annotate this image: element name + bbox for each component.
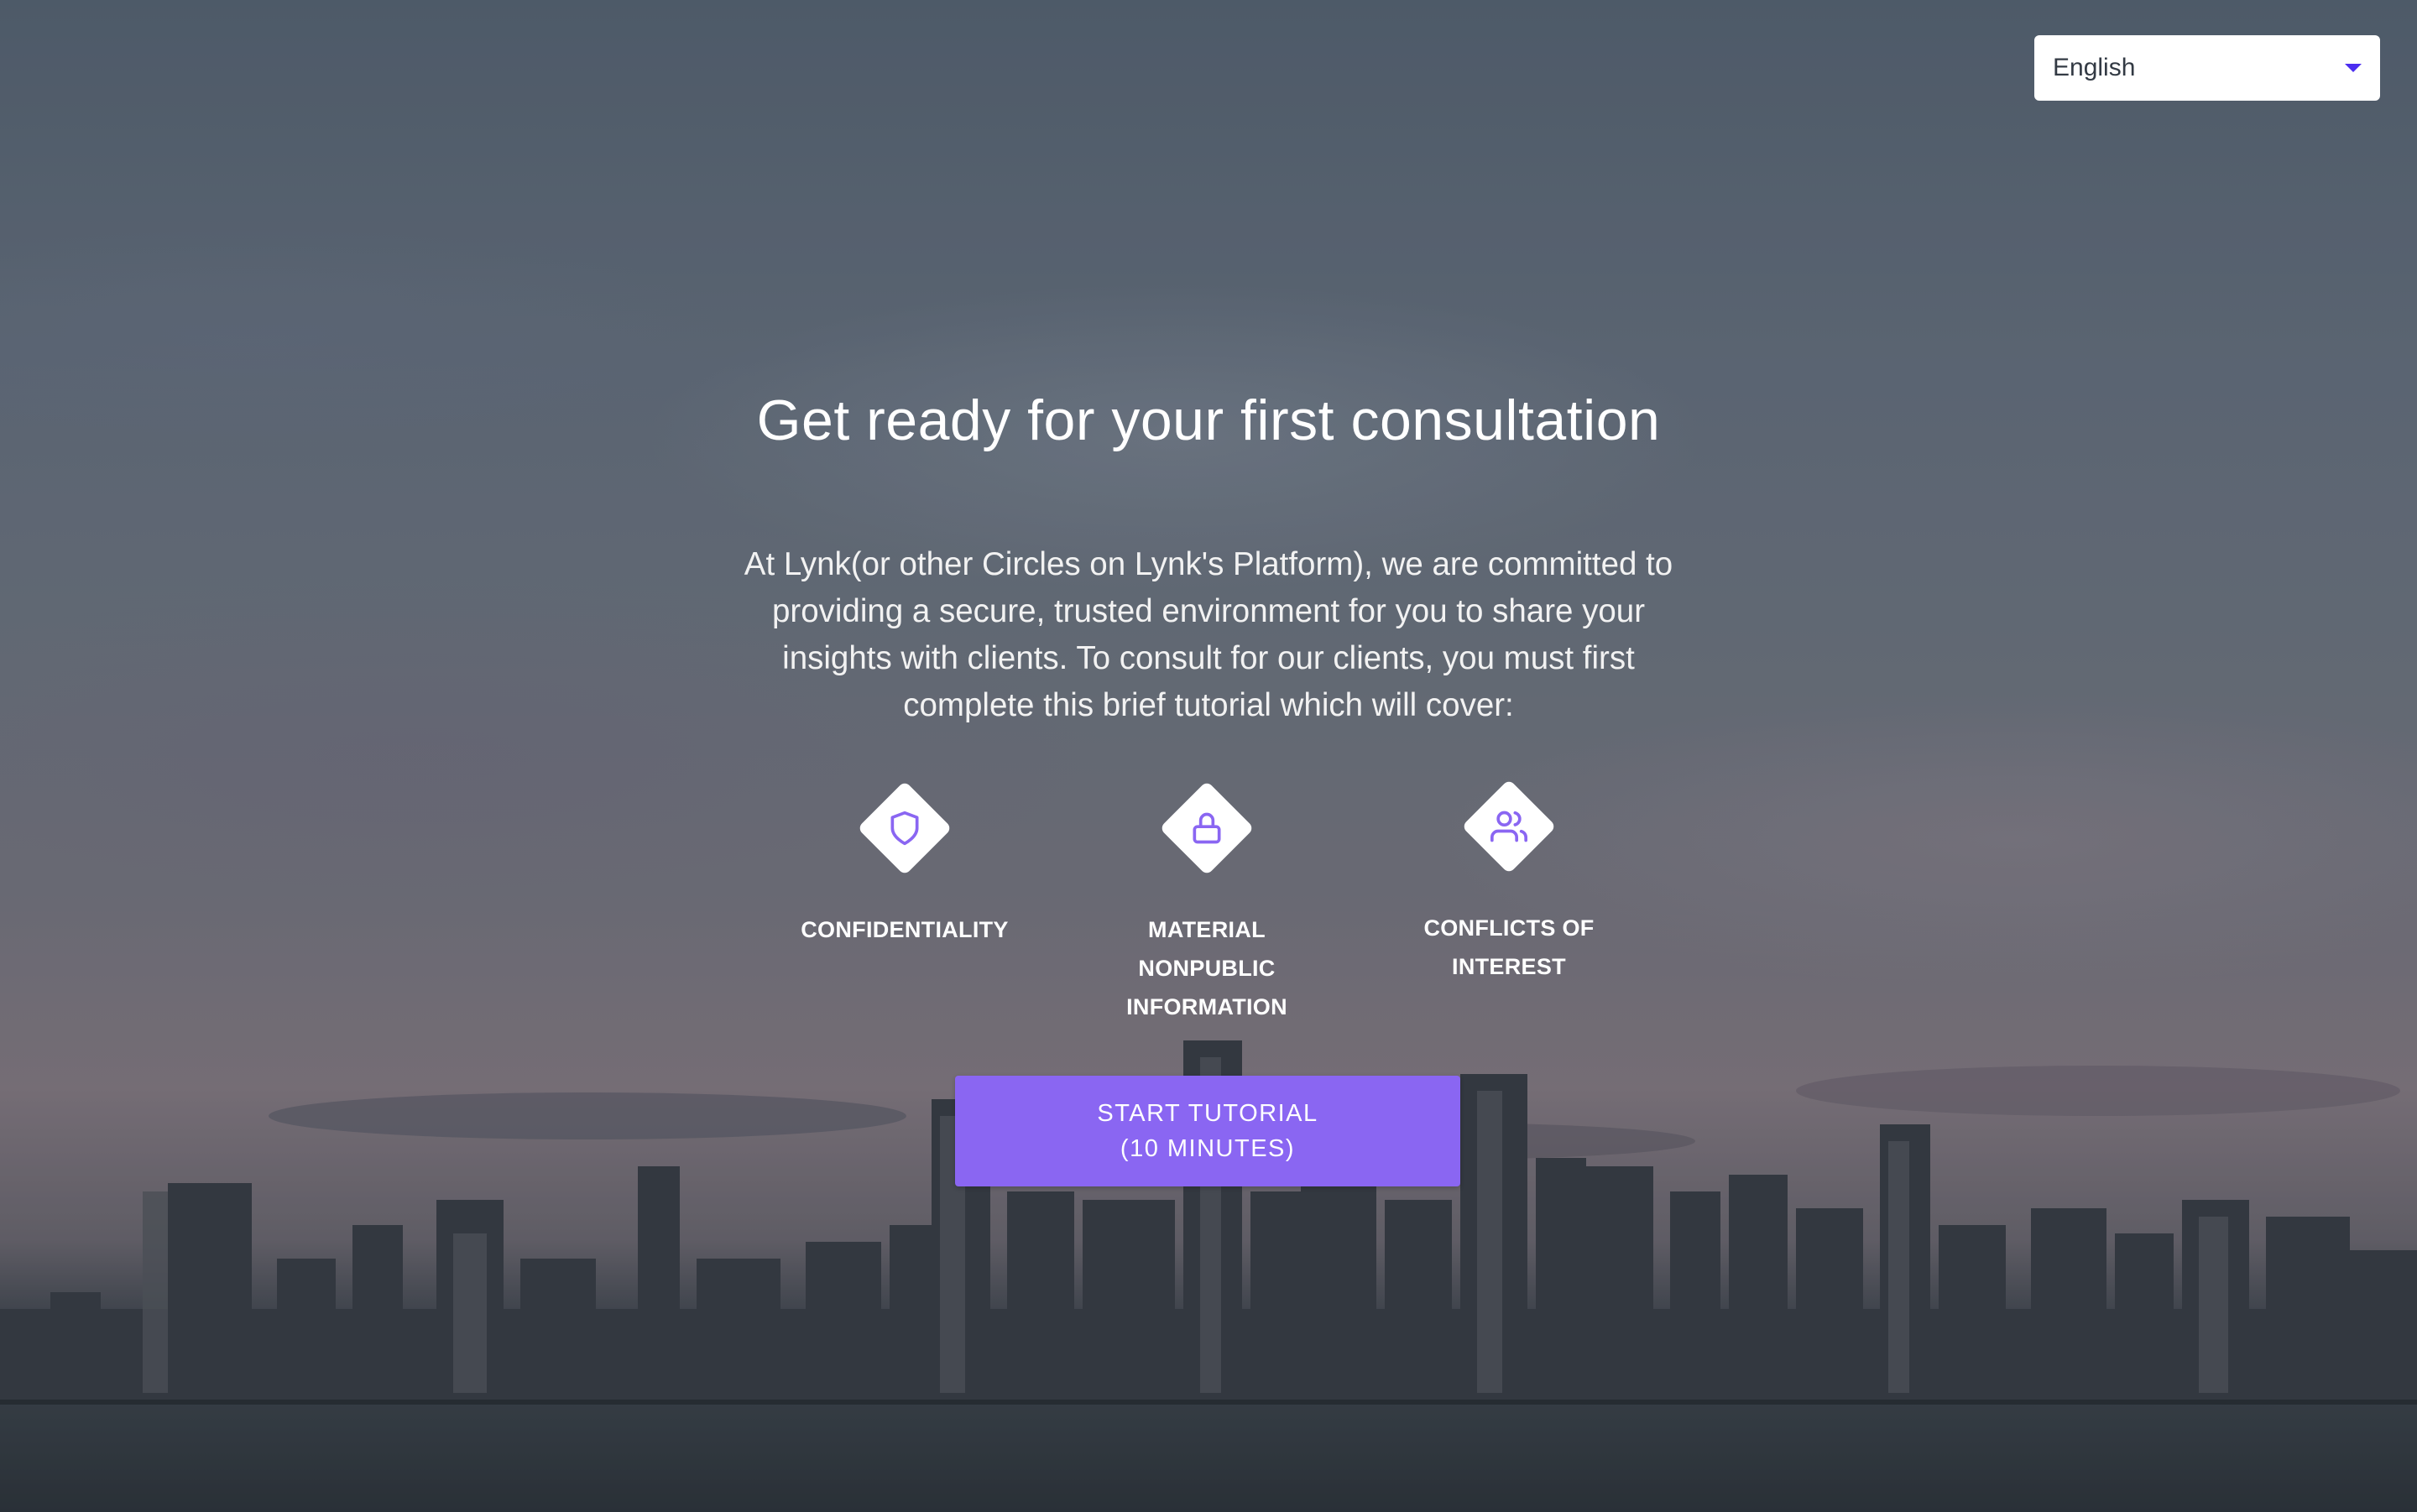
start-tutorial-button[interactable]: START TUTORIAL (10 MINUTES) — [955, 1076, 1460, 1186]
topic-label-line: CONFLICTS OF — [1423, 915, 1595, 941]
topic-label: MATERIAL NONPUBLIC INFORMATION — [1081, 910, 1333, 1026]
topic-label-line: INFORMATION — [1126, 994, 1287, 1019]
topic-label-line: CONFIDENTIALITY — [801, 917, 1009, 942]
topic-label-line: INTEREST — [1452, 954, 1566, 979]
start-tutorial-button-line1: START TUTORIAL — [1097, 1100, 1318, 1127]
caret-down-icon — [2345, 64, 2362, 72]
topic-label: CONFIDENTIALITY — [779, 910, 1031, 949]
tutorial-intro-page: English Get ready for your first consult… — [0, 0, 2417, 1512]
topic-label: CONFLICTS OF INTEREST — [1383, 909, 1635, 986]
users-icon — [1490, 811, 1527, 842]
language-select[interactable]: English — [2034, 35, 2380, 101]
lock-icon — [1193, 812, 1221, 844]
background-overlay — [0, 0, 2417, 1512]
page-title: Get ready for your first consultation — [756, 388, 1661, 452]
topic-label-line: MATERIAL — [1148, 917, 1266, 942]
language-select-value: English — [2053, 54, 2136, 81]
start-tutorial-button-line2: (10 MINUTES) — [1120, 1135, 1296, 1162]
shield-icon — [890, 811, 919, 846]
intro-paragraph: At Lynk(or other Circles on Lynk's Platf… — [744, 546, 1673, 723]
topic-label-line: NONPUBLIC — [1138, 956, 1276, 981]
